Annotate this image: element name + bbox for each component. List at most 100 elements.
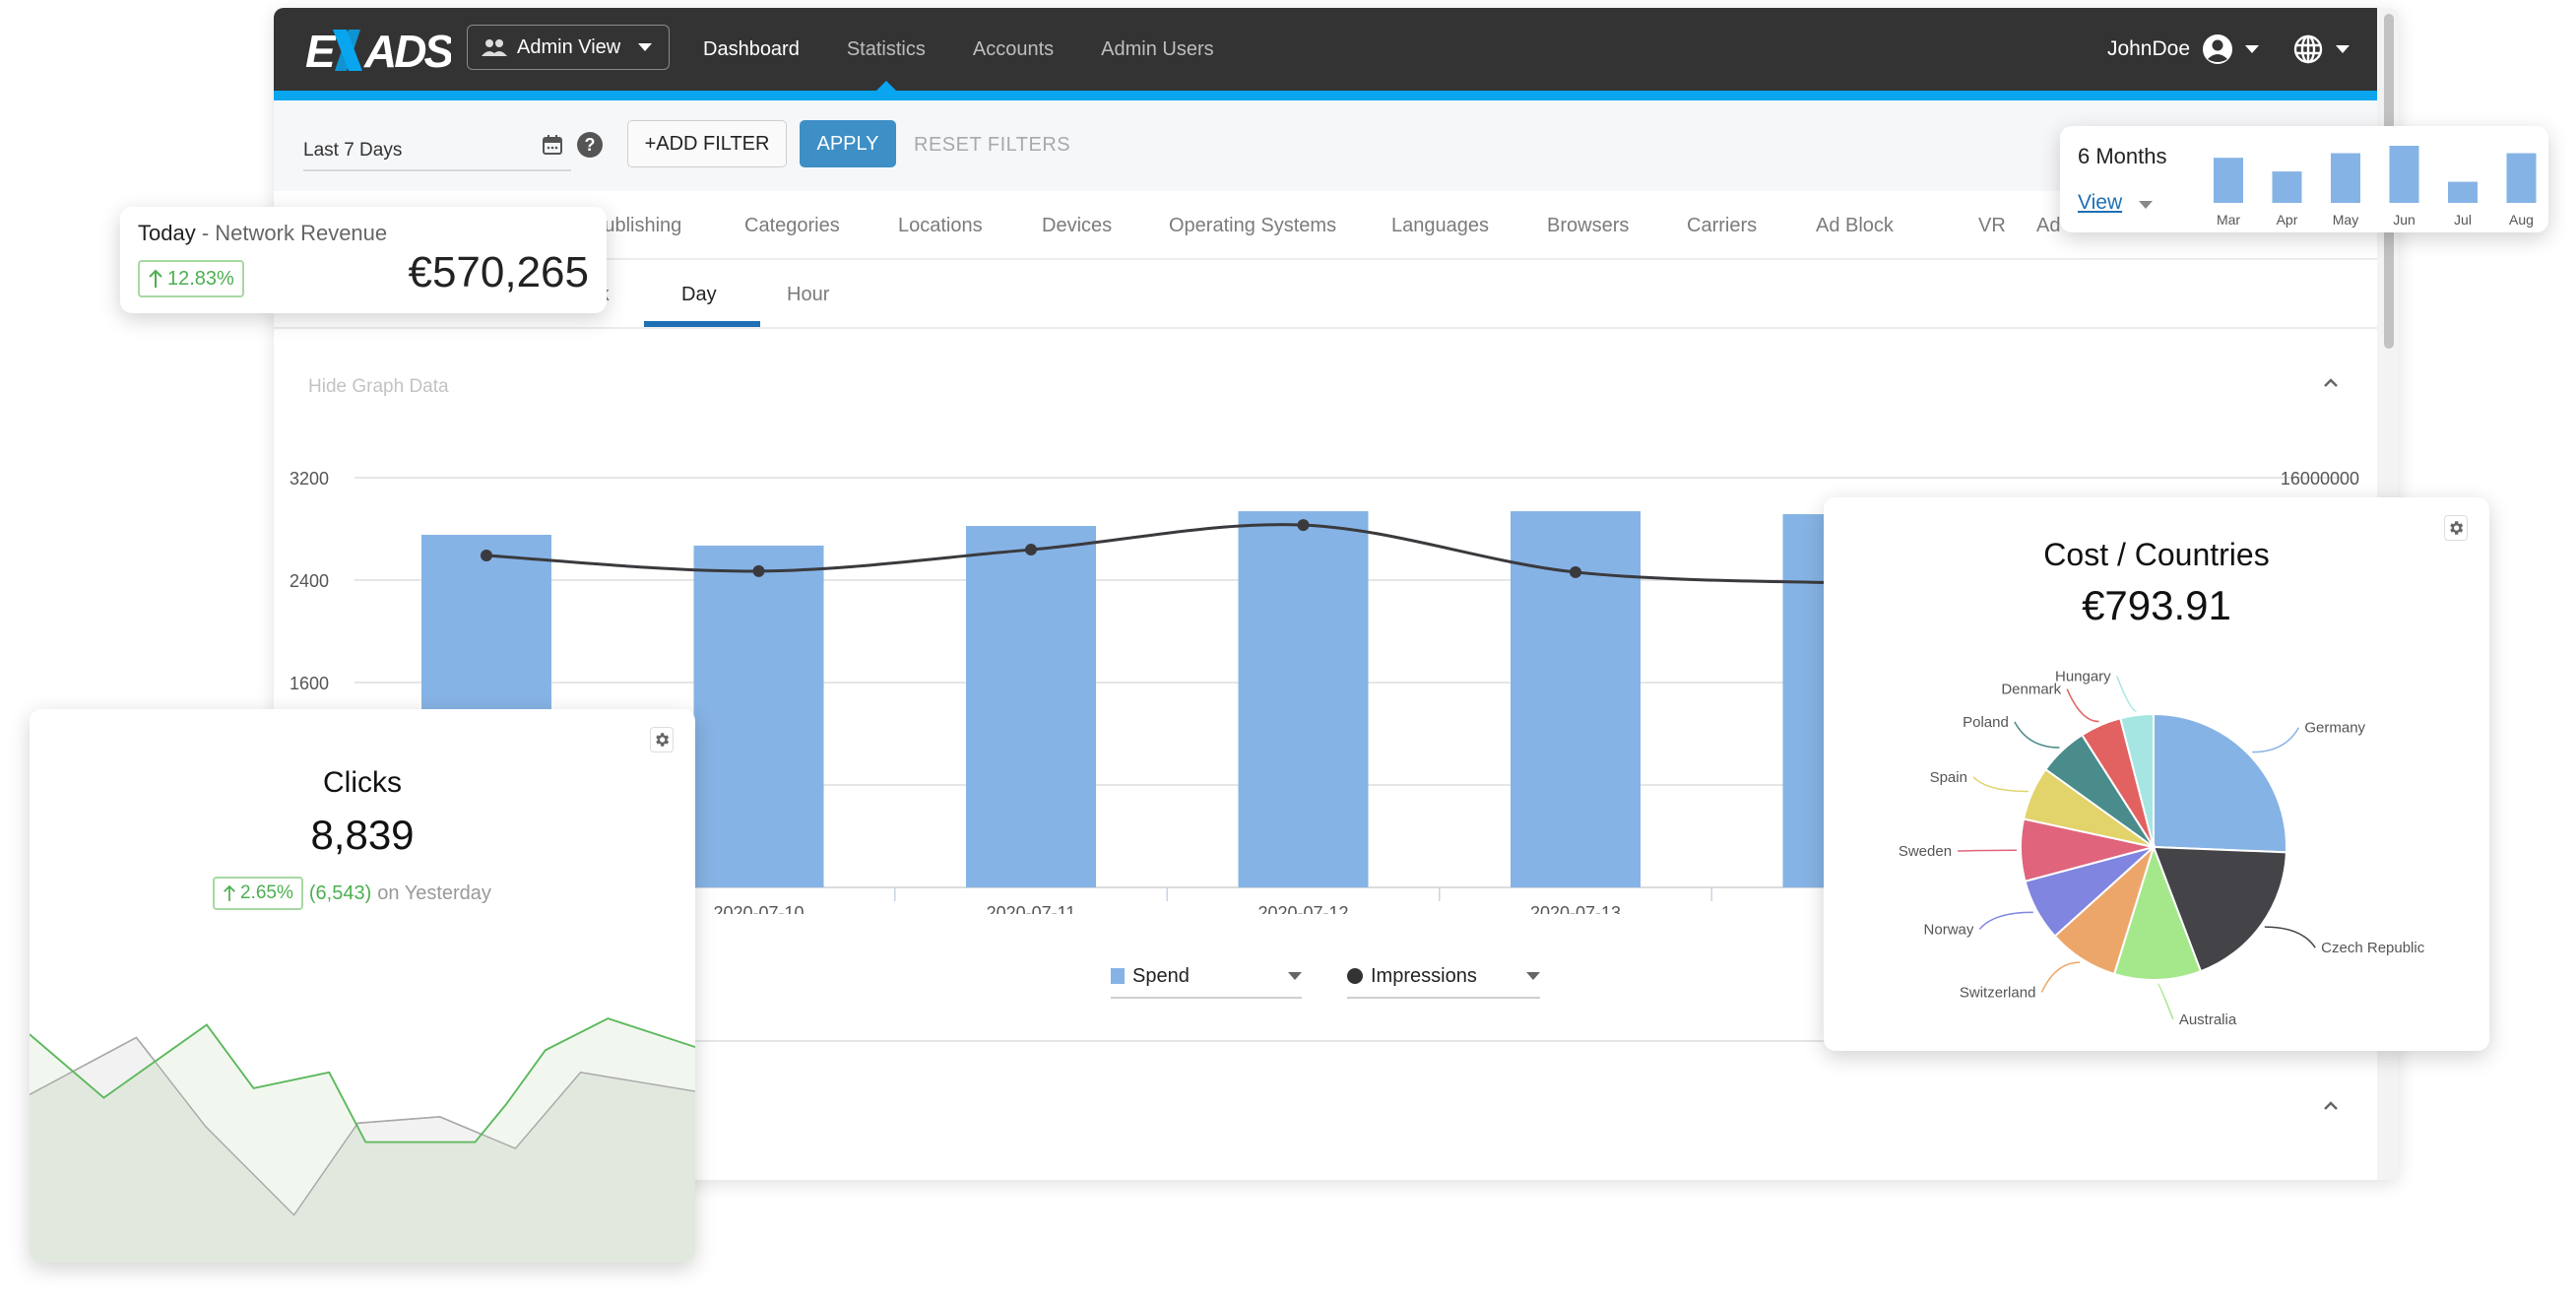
tab-vr[interactable]: VR [1978, 215, 2006, 237]
pie-label: Sweden [1899, 843, 1952, 860]
nav-accounts[interactable]: Accounts [973, 8, 1054, 91]
accent-bar [274, 91, 2377, 100]
nav-statistics[interactable]: Statistics [847, 8, 926, 91]
chevron-down-icon [2245, 45, 2259, 53]
month-label: Jul [2454, 212, 2472, 228]
impressions-point [752, 564, 765, 577]
pie-connector [2157, 983, 2174, 1020]
tab-ad[interactable]: Ad [2036, 215, 2060, 237]
clicks-comparison: 2.65% (6,543) on Yesterday [213, 877, 491, 910]
impressions-line [485, 523, 1848, 585]
impressions-point [1570, 565, 1581, 578]
x-tick-label: 2020-07-12 [1257, 903, 1348, 914]
svg-text:E: E [305, 26, 337, 77]
months-chart: Mar Apr May Jun Jul Aug [2214, 146, 2537, 228]
view-link[interactable]: View [2078, 191, 2122, 215]
pie-label: Spain [1930, 769, 1967, 786]
impressions-swatch [1347, 968, 1363, 984]
y-right-tick-label: 16000000 [2281, 469, 2359, 489]
globe-icon [2293, 34, 2323, 64]
tab-languages[interactable]: Languages [1391, 215, 1489, 237]
pie-label: Norway [1924, 921, 1974, 938]
legend-spend-select[interactable]: Spend [1111, 955, 1302, 999]
yesterday-label: on Yesterday [377, 882, 491, 904]
month-label: Aug [2509, 212, 2534, 228]
tab-hour[interactable]: Hour [787, 284, 829, 306]
date-range-input[interactable]: Last 7 Days [303, 136, 571, 171]
months-card-title: 6 Months [2078, 144, 2167, 168]
pie-connector [2066, 688, 2099, 723]
hide-graph-toggle[interactable]: Hide Graph Data [308, 376, 449, 398]
spend-bar [966, 526, 1096, 887]
svg-text:ADS: ADS [363, 26, 451, 77]
users-icon [482, 39, 507, 56]
pie-label: Denmark [2001, 682, 2061, 698]
tab-categories[interactable]: Categories [744, 215, 840, 237]
tab-ad-block[interactable]: Ad Block [1816, 215, 1894, 237]
calendar-icon[interactable] [542, 134, 563, 156]
month-label: May [2333, 212, 2358, 228]
chevron-down-icon [1526, 972, 1540, 980]
month-bar [2389, 146, 2419, 203]
apply-button[interactable]: APPLY [800, 120, 896, 167]
pie-title: Cost / Countries [2043, 537, 2270, 572]
clicks-value: 8,839 [310, 812, 415, 858]
x-tick-label: 2020-07-13 [1530, 903, 1621, 914]
legend-impressions-select[interactable]: Impressions [1347, 955, 1540, 999]
chevron-down-icon [2336, 45, 2350, 53]
clicks-change-value: 2.65% [240, 882, 293, 903]
impressions-point [1297, 519, 1310, 532]
chevron-down-icon[interactable] [2139, 201, 2153, 209]
pie-connector [2040, 961, 2081, 993]
spend-bar [1238, 511, 1369, 887]
y-tick-label: 1600 [290, 674, 329, 693]
language-menu[interactable] [2292, 8, 2350, 91]
tab-carriers[interactable]: Carriers [1687, 215, 1757, 237]
help-icon[interactable]: ? [577, 132, 603, 158]
tab-locations[interactable]: Locations [898, 215, 983, 237]
tab-day[interactable]: Day [681, 284, 717, 306]
chevron-up-icon[interactable] [2322, 374, 2340, 392]
month-label: Apr [2277, 212, 2298, 228]
pie-label: Australia [2179, 1012, 2237, 1028]
revenue-change-badge: 12.83% [138, 260, 244, 297]
pie-slice [2153, 712, 2287, 854]
nav-admin-users[interactable]: Admin Users [1101, 8, 1213, 91]
six-months-card: 6 Months View Mar Apr May Jun Jul Aug [2060, 126, 2548, 232]
x-tick-label: 2020-07-11 [987, 903, 1076, 914]
pie-label: Hungary [2055, 668, 2111, 685]
pie-connector [2115, 676, 2137, 712]
spend-swatch [1111, 968, 1125, 984]
chevron-down-icon [638, 43, 653, 51]
tab-browsers[interactable]: Browsers [1547, 215, 1629, 237]
impressions-point [481, 550, 492, 562]
exads-logo[interactable]: E ADS [303, 22, 451, 77]
pie-connector [1978, 911, 2033, 930]
user-menu[interactable]: JohnDoe [2107, 8, 2259, 91]
active-tab-indicator [644, 321, 760, 327]
pie-connector [2264, 926, 2316, 948]
chevron-up-icon[interactable] [2322, 1097, 2340, 1115]
clicks-card: Clicks 8,839 2.65% (6,543) on Yesterday [30, 709, 695, 1263]
month-bar [2272, 171, 2302, 203]
admin-view-selector[interactable]: Admin View [467, 25, 670, 70]
reset-filters-button[interactable]: RESET FILTERS [914, 134, 1070, 157]
gear-icon [2450, 521, 2464, 535]
nav-dashboard[interactable]: Dashboard [703, 8, 800, 91]
arrow-up-icon [149, 269, 162, 288]
main-nav: Dashboard Statistics Accounts Admin User… [703, 8, 1214, 91]
pie-connector [2252, 727, 2300, 753]
tab-operating-systems[interactable]: Operating Systems [1169, 215, 1336, 237]
month-label: Mar [2217, 212, 2240, 228]
pie-connector [1958, 849, 2018, 852]
month-bar [2448, 181, 2478, 203]
admin-view-label: Admin View [517, 35, 621, 58]
clicks-settings-button[interactable] [650, 727, 674, 752]
chevron-down-icon [1288, 972, 1302, 980]
month-label: Jun [2393, 212, 2415, 228]
pie-connector [2014, 721, 2060, 749]
tab-devices[interactable]: Devices [1042, 215, 1112, 237]
y-tick-label: 2400 [290, 571, 329, 591]
add-filter-button[interactable]: +ADD FILTER [627, 120, 787, 167]
y-tick-label: 3200 [290, 469, 329, 489]
